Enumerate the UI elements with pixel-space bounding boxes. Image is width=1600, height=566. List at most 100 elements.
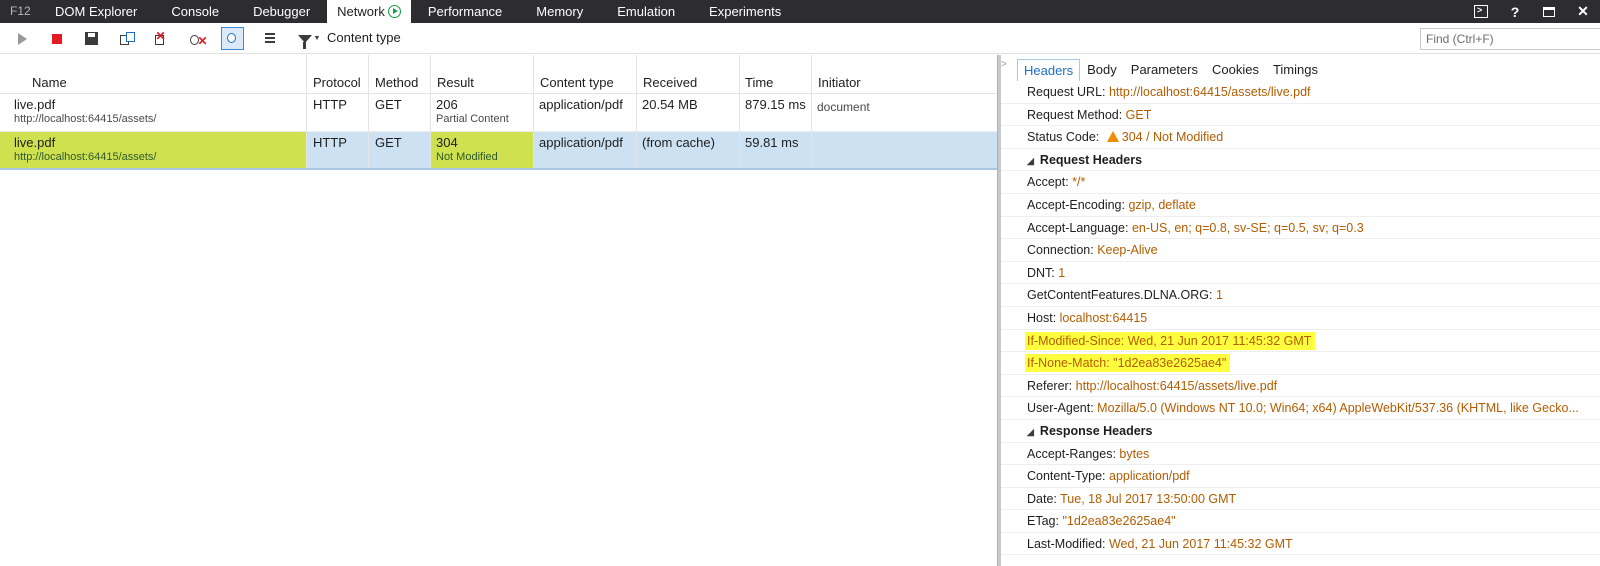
always-refresh-button[interactable] xyxy=(116,27,139,50)
request-table: Name Protocol Method Result Content type… xyxy=(0,55,997,566)
request-path: http://localhost:64415/assets/ xyxy=(14,151,157,163)
header-referer: Referer: http://localhost:64415/assets/l… xyxy=(1001,375,1600,398)
header-date: Date: Tue, 18 Jul 2017 13:50:00 GMT xyxy=(1001,488,1600,511)
result-code: 206 xyxy=(436,97,458,112)
clear-entries-button[interactable]: ✕ xyxy=(151,27,174,50)
refresh-from-server-icon xyxy=(119,31,136,46)
tab-debugger[interactable]: Debugger xyxy=(236,0,327,23)
console-toggle-button[interactable]: > xyxy=(1464,0,1498,23)
header-connection: Connection: Keep-Alive xyxy=(1001,239,1600,262)
cell-content-type: application/pdf xyxy=(534,94,637,131)
clear-entries-icon: ✕ xyxy=(154,28,166,45)
request-name: live.pdf xyxy=(14,97,56,112)
export-har-button[interactable] xyxy=(80,27,103,50)
header-status-code: Status Code: 304 / Not Modified xyxy=(1001,126,1600,149)
tab-performance[interactable]: Performance xyxy=(411,0,519,23)
header-dnt: DNT: 1 xyxy=(1001,262,1600,285)
tab-experiments[interactable]: Experiments xyxy=(692,0,798,23)
restore-icon xyxy=(1543,6,1555,17)
start-profiling-button[interactable] xyxy=(9,27,32,50)
column-content-type[interactable]: Content type xyxy=(534,55,637,94)
content-type-filter-label[interactable]: Content type xyxy=(327,30,401,45)
table-row[interactable]: live.pdf http://localhost:64415/assets/ … xyxy=(0,94,997,132)
tab-network-label: Network xyxy=(337,4,385,19)
request-name: live.pdf xyxy=(14,135,56,150)
column-name[interactable]: Name xyxy=(0,55,307,94)
tab-memory[interactable]: Memory xyxy=(519,0,600,23)
cell-protocol: HTTP xyxy=(307,132,369,168)
stop-profiling-button[interactable] xyxy=(45,27,68,50)
header-if-none-match: If-None-Match: "1d2ea83e2625ae4" xyxy=(1001,352,1600,375)
tab-emulation[interactable]: Emulation xyxy=(600,0,692,23)
column-method[interactable]: Method xyxy=(369,55,431,94)
tab-dom-explorer[interactable]: DOM Explorer xyxy=(38,0,154,23)
devtools-tabs: DOM Explorer Console Debugger Network Pe… xyxy=(38,0,798,23)
column-initiator[interactable]: Initiator xyxy=(812,55,997,94)
cell-name: live.pdf http://localhost:64415/assets/ xyxy=(0,94,307,131)
recording-icon xyxy=(387,5,401,18)
cell-time: 879.15 ms xyxy=(740,94,812,131)
help-button[interactable]: ? xyxy=(1498,0,1532,23)
request-details-pane: > Headers Body Parameters Cookies Timing… xyxy=(1001,55,1600,566)
header-content-type: Content-Type: application/pdf xyxy=(1001,465,1600,488)
clear-list-button[interactable] xyxy=(256,27,279,50)
result-text: Not Modified xyxy=(436,151,498,163)
stop-icon xyxy=(51,33,62,44)
tab-headers[interactable]: Headers xyxy=(1017,59,1081,81)
result-text: Partial Content xyxy=(436,113,509,125)
header-user-agent: User-Agent: Mozilla/5.0 (Windows NT 10.0… xyxy=(1001,397,1600,420)
save-icon xyxy=(85,32,98,45)
warning-icon xyxy=(1106,131,1119,143)
list-clear-icon xyxy=(260,32,275,45)
cell-method: GET xyxy=(369,132,431,168)
highlight-marker: If-None-Match: "1d2ea83e2625ae4" xyxy=(1025,354,1231,373)
header-if-modified-since: If-Modified-Since: Wed, 21 Jun 2017 11:4… xyxy=(1001,330,1600,353)
chevron-down-icon: ▼ xyxy=(313,35,321,42)
collapse-triangle-icon: ◢ xyxy=(1027,155,1034,166)
network-toolbar: ✕ ✕ ▼ Content type xyxy=(0,23,1600,54)
cell-result: 206 Partial Content xyxy=(431,94,534,131)
cell-received: 20.54 MB xyxy=(637,94,740,131)
content-type-filter-button[interactable]: ▼ xyxy=(294,27,324,50)
details-tabs: Headers Body Parameters Cookies Timings xyxy=(1017,59,1325,81)
request-path: http://localhost:64415/assets/ xyxy=(14,113,157,125)
request-url-value[interactable]: http://localhost:64415/assets/live.pdf xyxy=(1109,85,1311,99)
close-button[interactable]: ✕ xyxy=(1566,0,1600,23)
f12-label: F12 xyxy=(10,4,31,18)
column-received[interactable]: Received xyxy=(637,55,740,94)
clear-cache-icon: ✕ xyxy=(189,32,208,48)
header-request-url: Request URL: http://localhost:64415/asse… xyxy=(1001,81,1600,104)
filter-icon xyxy=(297,34,312,49)
clear-on-navigate-icon xyxy=(225,32,241,46)
header-accept-language: Accept-Language: en-US, en; q=0.8, sv-SE… xyxy=(1001,217,1600,240)
tab-console[interactable]: Console xyxy=(154,0,236,23)
tab-cookies[interactable]: Cookies xyxy=(1205,59,1266,81)
highlight-marker: If-Modified-Since: Wed, 21 Jun 2017 11:4… xyxy=(1025,331,1316,350)
column-protocol[interactable]: Protocol xyxy=(307,55,369,94)
cell-result: 304 Not Modified xyxy=(431,132,534,168)
tab-parameters[interactable]: Parameters xyxy=(1124,59,1205,81)
cell-received: (from cache) xyxy=(637,132,740,168)
header-accept-ranges: Accept-Ranges: bytes xyxy=(1001,443,1600,466)
cell-protocol: HTTP xyxy=(307,94,369,131)
referer-value[interactable]: http://localhost:64415/assets/live.pdf xyxy=(1076,379,1278,393)
column-time[interactable]: Time xyxy=(740,55,812,94)
cell-name: live.pdf http://localhost:64415/assets/ xyxy=(0,132,307,168)
collapse-details-icon[interactable]: > xyxy=(1001,58,1010,72)
undock-button[interactable] xyxy=(1532,0,1566,23)
cell-initiator: document xyxy=(817,100,870,114)
cell-method: GET xyxy=(369,94,431,131)
response-headers-section[interactable]: ◢ Response Headers xyxy=(1001,420,1600,443)
table-row-selected[interactable]: live.pdf http://localhost:64415/assets/ … xyxy=(0,132,997,170)
clear-cache-button[interactable]: ✕ xyxy=(186,27,209,50)
header-getcontentfeatures: GetContentFeatures.DLNA.ORG: 1 xyxy=(1001,284,1600,307)
request-headers-section[interactable]: ◢ Request Headers xyxy=(1001,149,1600,172)
header-request-method: Request Method: GET xyxy=(1001,104,1600,127)
table-header: Name Protocol Method Result Content type… xyxy=(0,55,997,94)
tab-timings[interactable]: Timings xyxy=(1266,59,1325,81)
column-result[interactable]: Result xyxy=(431,55,534,94)
clear-on-navigate-toggle[interactable] xyxy=(221,27,244,50)
tab-network[interactable]: Network xyxy=(327,0,411,23)
find-input[interactable] xyxy=(1420,28,1600,50)
tab-body[interactable]: Body xyxy=(1080,59,1124,81)
